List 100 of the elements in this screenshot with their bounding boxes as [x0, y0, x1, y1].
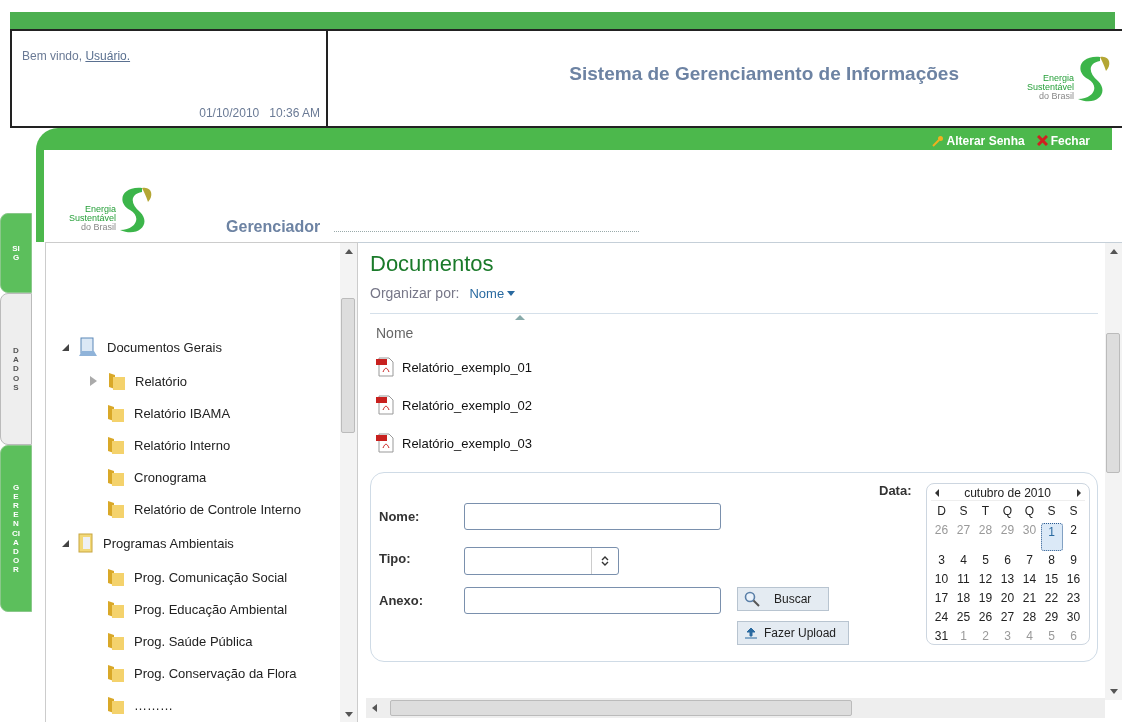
- tree-item[interactable]: Prog. Educação Ambiental: [62, 593, 340, 625]
- pdf-file-icon: [376, 357, 394, 377]
- folder-icon: [106, 599, 126, 619]
- folder-icon: [106, 631, 126, 651]
- caret-icon: [507, 290, 516, 296]
- calendar-day[interactable]: 26: [974, 608, 997, 627]
- folder-icon: [106, 567, 126, 587]
- calendar-day[interactable]: 4: [952, 551, 975, 570]
- previous-month-icon[interactable]: [934, 489, 939, 497]
- calendar-day[interactable]: 9: [1062, 551, 1085, 570]
- folder-icon: [107, 371, 127, 391]
- tree-item[interactable]: ………: [62, 689, 340, 721]
- calendar-day[interactable]: 17: [930, 589, 953, 608]
- folder-icon: [106, 499, 126, 519]
- search-icon: [744, 591, 760, 607]
- calendar-day[interactable]: 14: [1018, 570, 1041, 589]
- calendar-day[interactable]: 5: [974, 551, 997, 570]
- calendar-day[interactable]: 24: [930, 608, 953, 627]
- calendar-day[interactable]: 18: [952, 589, 975, 608]
- vertical-scrollbar[interactable]: [1105, 243, 1122, 700]
- tree-item[interactable]: Relatório: [62, 365, 340, 397]
- search-button[interactable]: Buscar: [737, 587, 829, 611]
- tree-label: Relatório IBAMA: [134, 405, 231, 421]
- tree-label: Prog. Saúde Pública: [134, 633, 253, 649]
- calendar-day[interactable]: 28: [1018, 608, 1041, 627]
- expander-icon[interactable]: [62, 343, 69, 351]
- greeting-text: Bem vindo,: [22, 49, 83, 63]
- calendar-day[interactable]: 8: [1040, 551, 1063, 570]
- side-tab[interactable]: DADOS: [0, 293, 32, 445]
- calendar-day[interactable]: 27: [996, 608, 1019, 627]
- file-item[interactable]: Relatório_exemplo_03: [370, 424, 556, 462]
- tree-label: Cronograma: [134, 469, 207, 485]
- tree-label: ………: [134, 697, 173, 713]
- next-month-icon[interactable]: [1076, 489, 1081, 497]
- calendar-day[interactable]: 7: [1018, 551, 1041, 570]
- system-title: Sistema de Gerenciamento de Informações: [569, 62, 959, 85]
- calendar-day[interactable]: 1: [1040, 523, 1063, 551]
- tree-label: Relatório: [135, 373, 188, 389]
- tree-item[interactable]: Relatório IBAMA: [62, 397, 340, 429]
- folder-icon: [106, 467, 126, 487]
- expander-icon[interactable]: [62, 539, 69, 547]
- vertical-scrollbar[interactable]: [340, 243, 357, 722]
- calendar-day[interactable]: 12: [974, 570, 997, 589]
- month-title: cutubro de 2010: [964, 486, 1051, 500]
- calendar-day[interactable]: 13: [996, 570, 1019, 589]
- folder-icon: [106, 663, 126, 683]
- tree-item[interactable]: Relatório Interno: [62, 429, 340, 461]
- calendar-day[interactable]: 15: [1040, 570, 1063, 589]
- folder-icon: [106, 435, 126, 455]
- weekday-label: D: [936, 503, 947, 520]
- attachment-input[interactable]: [464, 587, 721, 614]
- weekday-label: Q: [1023, 503, 1036, 520]
- upload-button[interactable]: Fazer Upload: [737, 621, 849, 645]
- calendar-day[interactable]: 11: [952, 570, 975, 589]
- pdf-file-icon: [376, 433, 394, 453]
- key-icon: [931, 134, 944, 147]
- calendar-day[interactable]: 22: [1040, 589, 1063, 608]
- calendar-day[interactable]: 6: [996, 551, 1019, 570]
- column-header[interactable]: Nome: [370, 313, 1098, 348]
- tree-item[interactable]: Prog. Conservação da Flora: [62, 657, 340, 689]
- tree-label: Programas Ambientais: [103, 535, 234, 551]
- binder-icon: [77, 532, 95, 554]
- name-input[interactable]: [464, 503, 721, 530]
- sort-dropdown[interactable]: Nome: [469, 285, 516, 301]
- tree-item[interactable]: Cronograma: [62, 461, 340, 493]
- calendar-day[interactable]: 25: [952, 608, 975, 627]
- date-text: 01/10/2010: [199, 106, 260, 120]
- attachment-label: Anexo:: [379, 592, 425, 608]
- calendar-day[interactable]: 30: [1062, 608, 1085, 627]
- tree-item[interactable]: Prog. Comunicação Social: [62, 561, 340, 593]
- calendar-day[interactable]: 21: [1018, 589, 1041, 608]
- type-label: Tipo:: [379, 550, 412, 566]
- folder-icon: [106, 403, 126, 423]
- weekday-label: S: [1046, 503, 1057, 520]
- calendar-day[interactable]: 23: [1062, 589, 1085, 608]
- tree-item[interactable]: Programas Ambientais: [62, 525, 340, 561]
- weekday-label: S: [1068, 503, 1079, 520]
- user-link[interactable]: Usuário.: [85, 49, 131, 63]
- tree-item[interactable]: Relatório de Controle Interno: [62, 493, 340, 525]
- horizontal-scrollbar[interactable]: [366, 698, 1105, 718]
- file-item[interactable]: Relatório_exemplo_02: [370, 386, 556, 424]
- calendar-day[interactable]: 19: [974, 589, 997, 608]
- file-item[interactable]: Relatório_exemplo_01: [370, 348, 556, 386]
- tree-item[interactable]: Prog. Saúde Pública: [62, 625, 340, 657]
- calendar-day[interactable]: 20: [996, 589, 1019, 608]
- tree-item[interactable]: Documentos Gerais: [62, 329, 340, 365]
- calendar-day[interactable]: 31: [930, 627, 953, 646]
- upload-icon: [744, 626, 758, 640]
- logo-text: Energia Sustentável do Brasil: [69, 205, 117, 232]
- close-icon: [1036, 135, 1048, 146]
- calendar-day[interactable]: 3: [930, 551, 953, 570]
- document-computer-icon: [77, 336, 99, 358]
- calendar-day[interactable]: 10: [930, 570, 953, 589]
- name-label: Nome:: [379, 508, 421, 524]
- spinner-icon: [601, 555, 609, 567]
- type-select[interactable]: [464, 547, 619, 575]
- logo-text: Energia Sustentável do Brasil: [1026, 73, 1074, 101]
- calendar-day[interactable]: 2: [1062, 521, 1085, 551]
- calendar-day[interactable]: 29: [1040, 608, 1063, 627]
- calendar-day[interactable]: 16: [1062, 570, 1085, 589]
